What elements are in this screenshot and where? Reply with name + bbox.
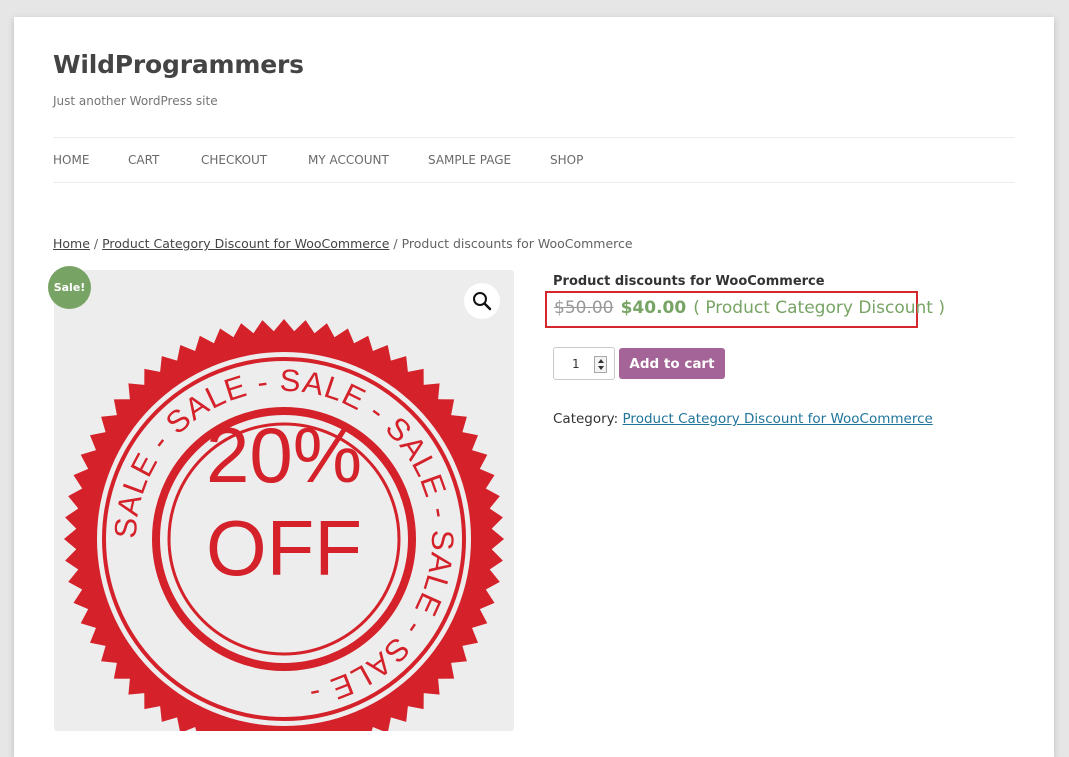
site-title[interactable]: WildProgrammers bbox=[53, 50, 304, 79]
breadcrumb-separator: / bbox=[389, 236, 402, 251]
site-tagline: Just another WordPress site bbox=[53, 94, 218, 108]
stepper-down-icon[interactable] bbox=[598, 366, 604, 370]
discount-label: ( Product Category Discount ) bbox=[693, 298, 945, 318]
nav-item-my-account[interactable]: MY ACCOUNT bbox=[308, 153, 389, 167]
sale-stamp-graphic: SALE - SALE - SALE - SALE - SALE - SALE … bbox=[64, 319, 504, 731]
quantity-value[interactable]: 1 bbox=[572, 357, 580, 371]
breadcrumb-current: Product discounts for WooCommerce bbox=[401, 236, 633, 251]
breadcrumb: Home / Product Category Discount for Woo… bbox=[53, 236, 633, 251]
breadcrumb-category-link[interactable]: Product Category Discount for WooCommerc… bbox=[102, 236, 389, 251]
regular-price: $50.00 bbox=[554, 298, 614, 318]
sale-badge: Sale! bbox=[48, 266, 91, 309]
nav-item-shop[interactable]: SHOP bbox=[550, 153, 583, 167]
stamp-off-text: OFF bbox=[206, 504, 362, 592]
breadcrumb-separator: / bbox=[89, 236, 103, 251]
breadcrumb-home-link[interactable]: Home bbox=[53, 236, 90, 251]
category-label: Category: bbox=[553, 411, 619, 427]
nav-item-home[interactable]: HOME bbox=[53, 153, 89, 167]
quantity-input[interactable]: 1 bbox=[553, 347, 615, 380]
sale-price: $40.00 bbox=[620, 298, 687, 318]
page: WildProgrammers Just another WordPress s… bbox=[14, 17, 1054, 757]
magnifier-icon bbox=[473, 292, 492, 311]
nav-item-sample-page[interactable]: SAMPLE PAGE bbox=[428, 153, 511, 167]
quantity-stepper[interactable] bbox=[594, 356, 607, 373]
category-link[interactable]: Product Category Discount for WooCommerc… bbox=[623, 411, 933, 427]
main-nav: HOME CART CHECKOUT MY ACCOUNT SAMPLE PAG… bbox=[53, 137, 1015, 183]
nav-item-checkout[interactable]: CHECKOUT bbox=[201, 153, 267, 167]
zoom-button[interactable] bbox=[464, 283, 500, 319]
product-title: Product discounts for WooCommerce bbox=[553, 274, 825, 289]
product-image[interactable]: SALE - SALE - SALE - SALE - SALE - SALE … bbox=[54, 270, 514, 731]
stepper-up-icon[interactable] bbox=[598, 359, 604, 363]
product-category: Category: Product Category Discount for … bbox=[553, 411, 933, 427]
price-highlight: $50.00 $40.00 ( Product Category Discoun… bbox=[545, 291, 945, 328]
nav-item-cart[interactable]: CART bbox=[128, 153, 159, 167]
stamp-percent-text: 20% bbox=[206, 411, 362, 499]
add-to-cart-button[interactable]: Add to cart bbox=[619, 348, 725, 379]
